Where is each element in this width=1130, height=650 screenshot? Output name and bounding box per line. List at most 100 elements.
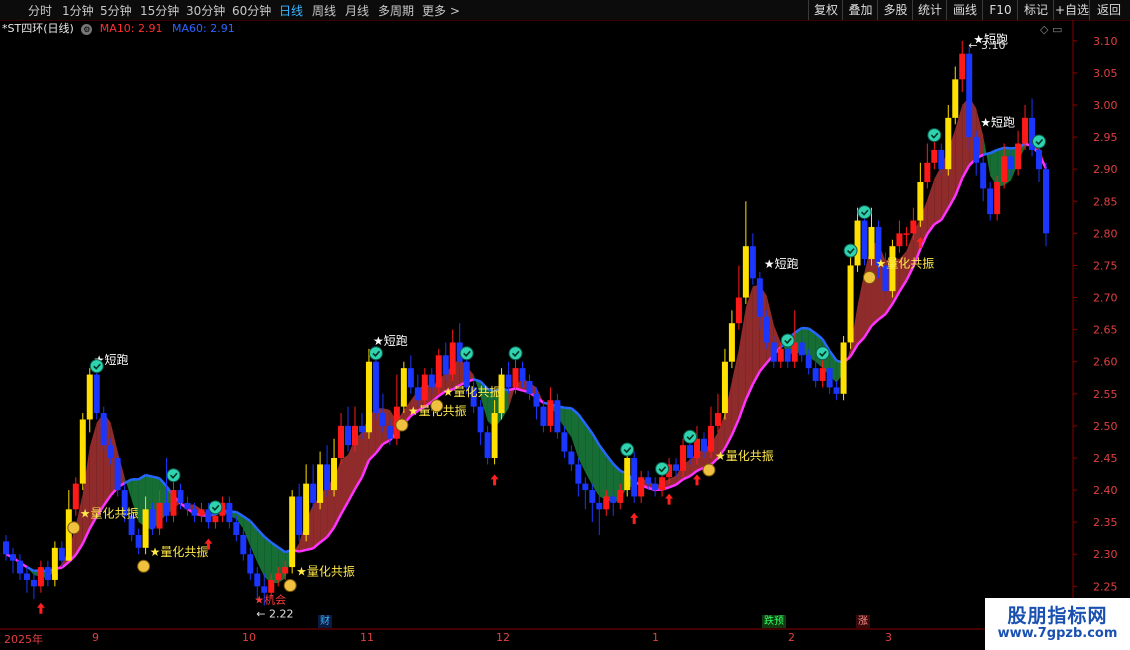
check-badge-icon (857, 205, 872, 220)
candle-body (191, 509, 198, 516)
candle-body (303, 483, 310, 535)
timeframe-10[interactable]: 更多 > (422, 2, 460, 19)
buy-arrow-icon (36, 602, 45, 614)
money-bag-icon (863, 270, 877, 284)
candle-body (505, 374, 512, 388)
check-badge-icon (620, 442, 635, 457)
ma-line-segment (26, 565, 35, 573)
event-tag[interactable]: 财 (318, 615, 332, 628)
candle-body (847, 265, 854, 343)
candle-body (170, 490, 177, 516)
toolbar-button-0[interactable]: 复权 (808, 0, 843, 20)
candle-body (540, 406, 547, 426)
candle-body (1043, 169, 1049, 234)
candle-body (575, 464, 582, 484)
check-badge-icon (683, 429, 698, 444)
event-tag[interactable]: 跌预 (762, 615, 786, 628)
candle-body (365, 361, 372, 433)
candle-body (310, 483, 317, 503)
candle-body (247, 554, 254, 574)
ma-line-segment (145, 473, 153, 478)
candle-body (680, 445, 687, 471)
timeframe-6[interactable]: 日线 (279, 2, 303, 19)
toolbar-button-6[interactable]: 标记 (1017, 0, 1054, 20)
y-tick-label: 2.75 (1093, 259, 1118, 272)
check-badge-icon (1032, 134, 1047, 149)
y-tick-label: 3.00 (1093, 99, 1118, 112)
watermark-logo: 股朋指标网 www.7gpzb.com (985, 598, 1130, 650)
candle-body (1022, 117, 1029, 144)
resonance-signal: ★量化共振 (80, 507, 139, 521)
check-badge-icon (843, 243, 858, 258)
toolbar-button-5[interactable]: F10 (982, 0, 1018, 20)
y-tick-label: 2.50 (1093, 420, 1118, 433)
candlestick-chart[interactable]: 3.10 3.05 3.00 2.95 2.90 2.85 2.80 2.75 2.70 2.65… (0, 20, 1130, 630)
candle-body (763, 316, 770, 343)
candle-body (526, 380, 533, 394)
buy-arrow-icon (490, 474, 499, 486)
candle-body (23, 573, 30, 580)
ma-line-segment (508, 387, 516, 392)
candle-body (826, 368, 833, 388)
candle-body (212, 515, 219, 523)
timeframe-4[interactable]: 30分钟 (186, 2, 225, 19)
toolbar-button-8[interactable]: 返回 (1089, 0, 1128, 20)
candle-body (114, 457, 121, 491)
toolbar-button-3[interactable]: 统计 (912, 0, 947, 20)
candle-body (65, 509, 72, 561)
toolbar-button-2[interactable]: 多股 (877, 0, 913, 20)
event-tag[interactable]: 涨 (856, 615, 870, 628)
candle-body (714, 413, 721, 426)
candle-body (142, 509, 149, 548)
ma-band-segment (857, 271, 865, 345)
timeframe-3[interactable]: 15分钟 (140, 2, 179, 19)
toolbar-button-1[interactable]: 叠加 (842, 0, 878, 20)
candle-body (379, 413, 386, 426)
buy-arrow-icon (665, 493, 674, 505)
timeframe-7[interactable]: 周线 (312, 2, 336, 19)
y-tick-label: 2.60 (1093, 356, 1118, 369)
candle-body (645, 477, 652, 484)
x-axis-label: 12 (496, 631, 510, 644)
candle-body (777, 348, 784, 362)
candle-body (966, 53, 973, 138)
candle-body (554, 400, 561, 433)
timeframe-9[interactable]: 多周期 (378, 2, 414, 19)
candle-body (449, 342, 456, 375)
candle-body (568, 451, 575, 465)
timeframe-8[interactable]: 月线 (345, 2, 369, 19)
chance-signal: ★机会 (254, 593, 286, 607)
candle-body (938, 149, 945, 170)
candle-body (51, 547, 58, 580)
x-axis: 2025年 9 10 11 12 1 2 3 (0, 630, 1075, 650)
candle-body (72, 483, 79, 510)
timeframe-0[interactable]: 分时 (28, 2, 52, 19)
candle-body (833, 387, 840, 394)
candle-body (749, 246, 756, 279)
candle-body (687, 445, 694, 458)
candle-body (987, 188, 994, 215)
candle-body (721, 361, 728, 414)
y-tick-label: 2.35 (1093, 516, 1118, 529)
candle-body (700, 438, 707, 452)
check-badge-icon (655, 461, 670, 476)
timeframe-2[interactable]: 5分钟 (100, 2, 132, 19)
candle-body (854, 220, 861, 266)
candle-body (163, 502, 170, 516)
candle-body (233, 522, 240, 535)
candle-body (1015, 143, 1022, 170)
candle-body (547, 400, 554, 426)
timeframe-1[interactable]: 1分钟 (62, 2, 94, 19)
ma-band-segment (934, 165, 942, 225)
timeframe-5[interactable]: 60分钟 (232, 2, 271, 19)
candle-body (652, 483, 659, 491)
candle-body (331, 457, 338, 491)
candle-body (442, 355, 449, 375)
check-badge-icon (368, 346, 383, 361)
candle-body (512, 368, 519, 388)
candle-body (149, 509, 156, 529)
candle-body (812, 368, 819, 381)
toolbar-button-4[interactable]: 画线 (946, 0, 983, 20)
toolbar-button-7[interactable]: +自选 (1053, 0, 1090, 20)
check-badge-icon (208, 500, 223, 515)
